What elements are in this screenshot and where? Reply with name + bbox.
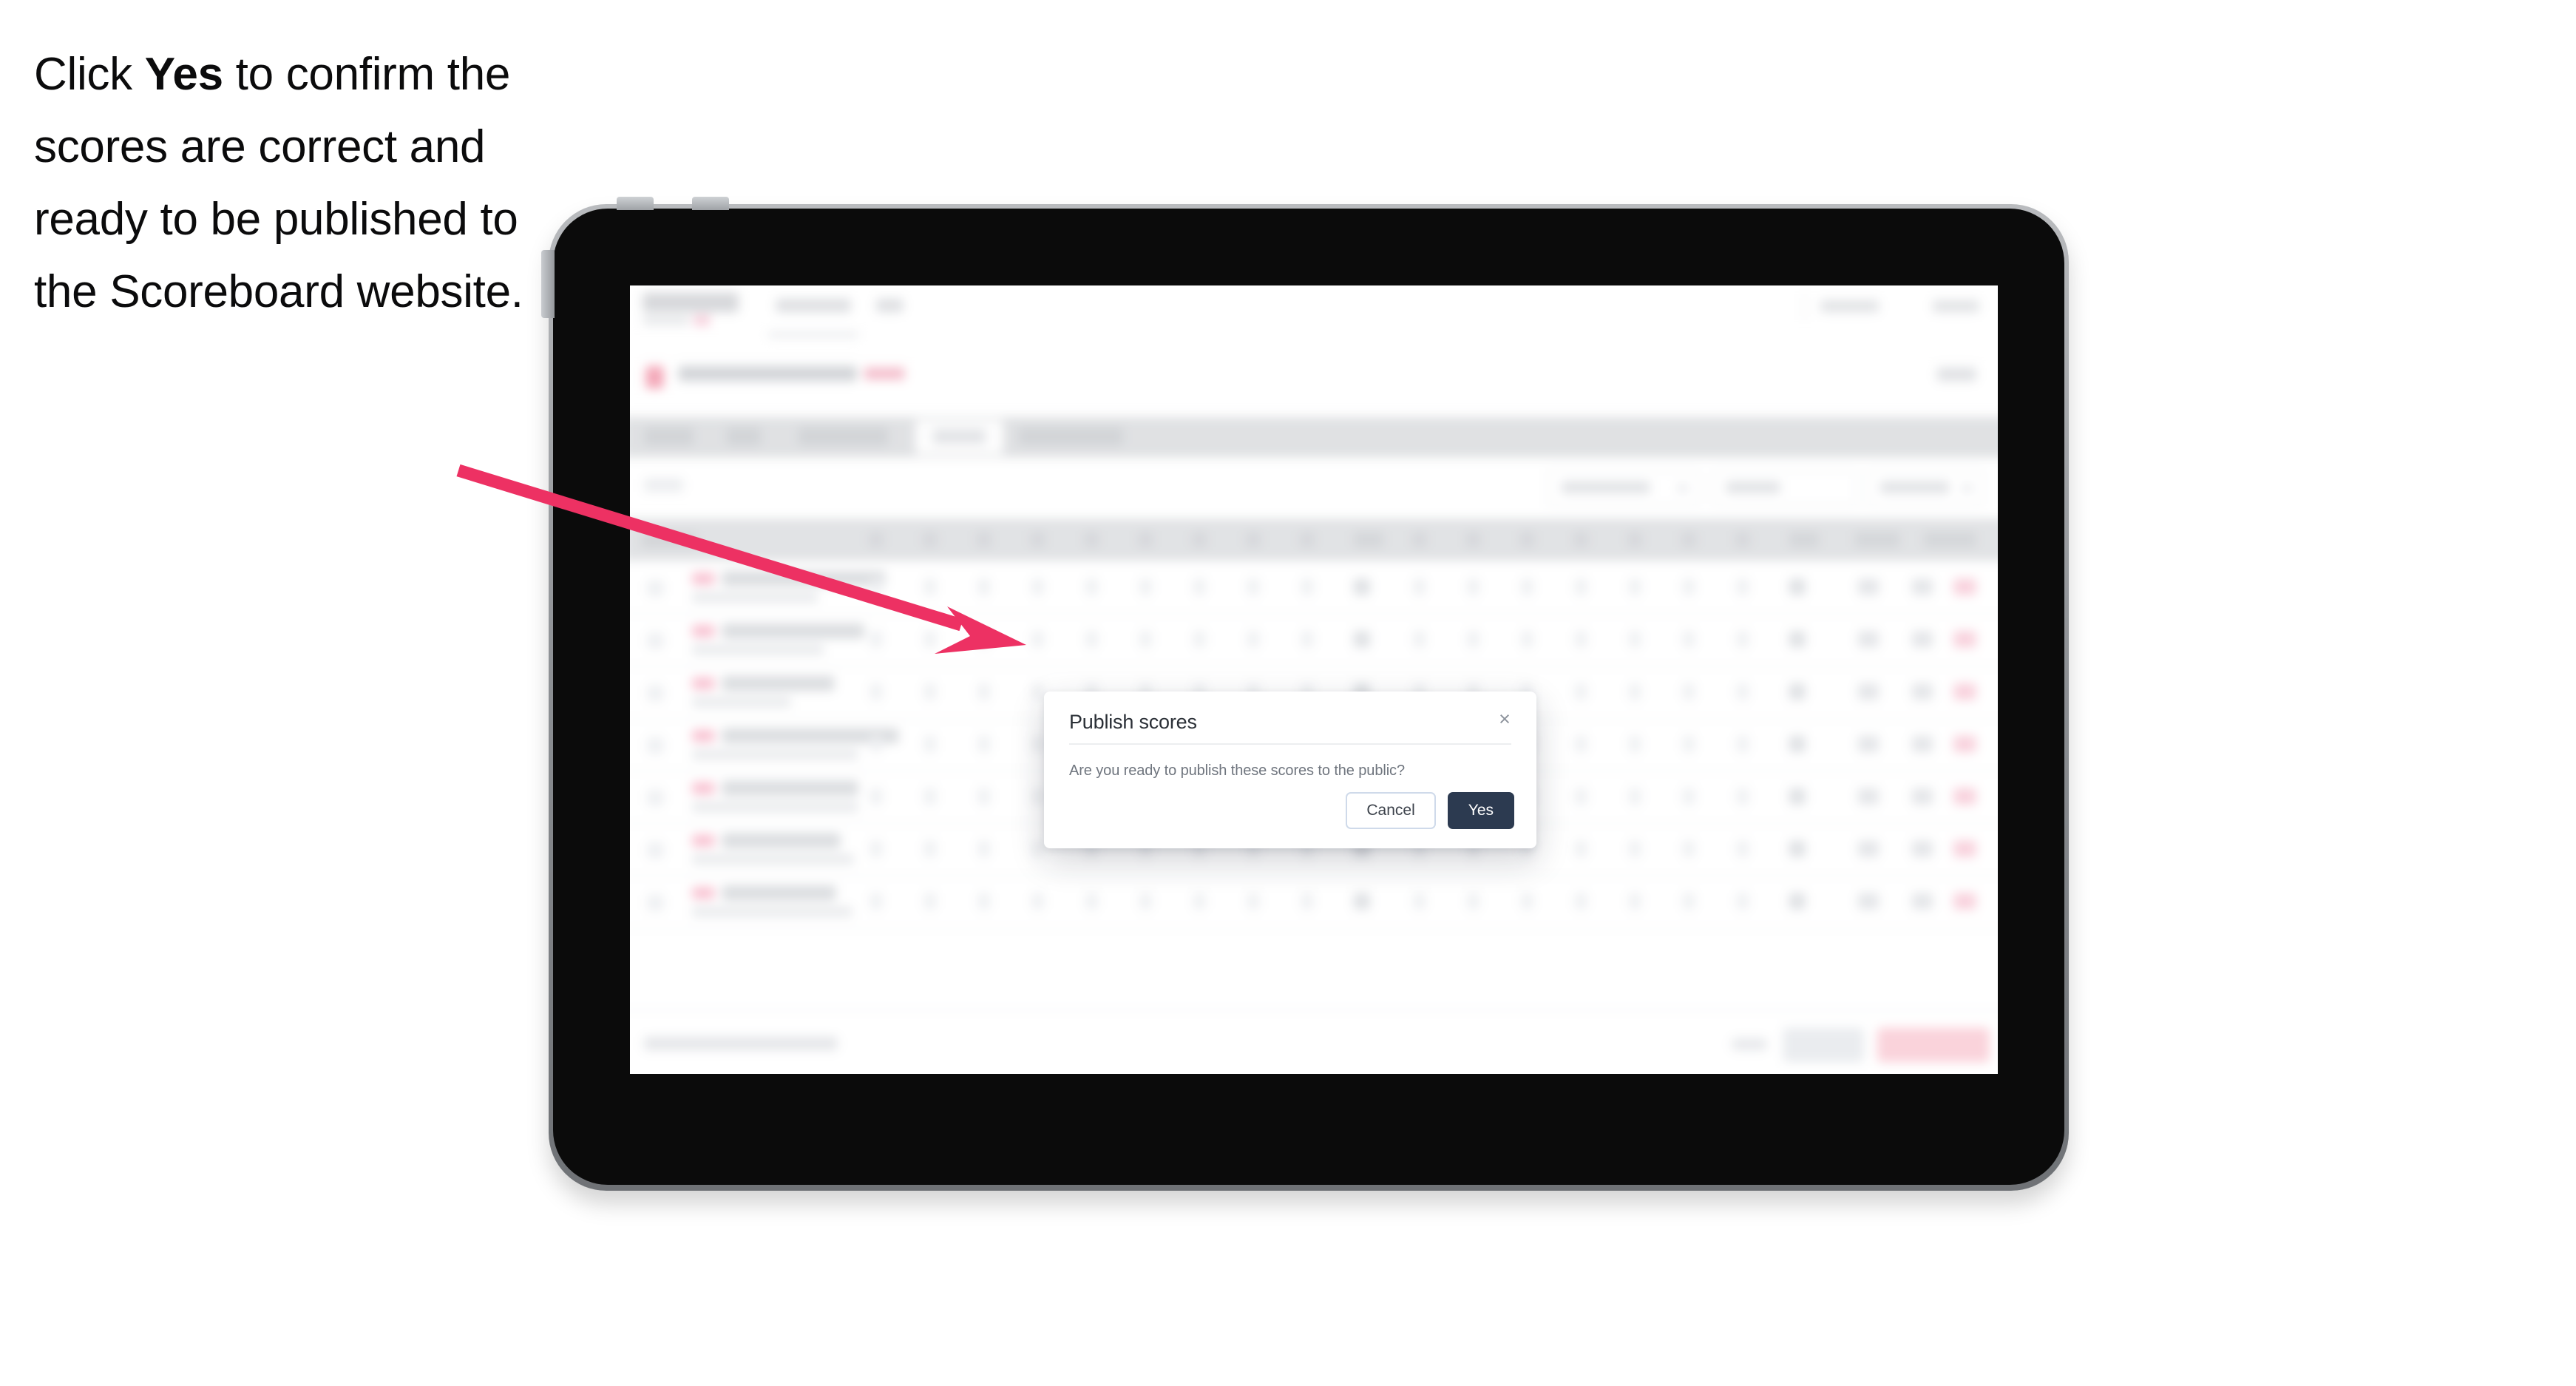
tablet-screen: Publish scores × Are you ready to publis… <box>630 285 1998 1074</box>
cancel-button[interactable]: Cancel <box>1346 792 1436 829</box>
volume-down-button[interactable] <box>692 197 729 210</box>
close-icon[interactable]: × <box>1492 706 1517 731</box>
caption-text-bold: Yes <box>144 49 223 100</box>
device-bezel: Publish scores × Are you ready to publis… <box>541 197 2064 1185</box>
tablet-device: Publish scores × Are you ready to publis… <box>541 197 2069 1191</box>
modal-scrim[interactable] <box>630 285 1998 1074</box>
instruction-caption: Click Yes to confirm the scores are corr… <box>34 38 574 328</box>
publish-scores-dialog: Publish scores × Are you ready to publis… <box>1044 692 1536 848</box>
caption-text-before: Click <box>34 49 145 100</box>
dialog-title-divider <box>1069 743 1511 745</box>
yes-button[interactable]: Yes <box>1447 792 1514 829</box>
dialog-title: Publish scores <box>1069 711 1197 733</box>
dialog-body-text: Are you ready to publish these scores to… <box>1069 763 1405 779</box>
dialog-action-row: Cancel Yes <box>1346 792 1514 829</box>
volume-up-button[interactable] <box>617 197 654 210</box>
power-button[interactable] <box>541 250 555 318</box>
